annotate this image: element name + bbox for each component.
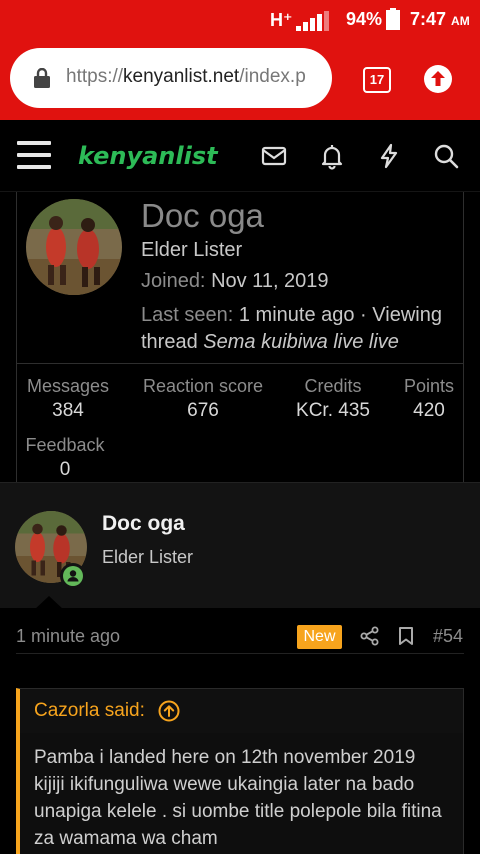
battery-percent: 94% — [346, 9, 383, 29]
post-user-block: Doc oga Elder Lister — [0, 482, 480, 608]
post-time[interactable]: 1 minute ago — [16, 626, 120, 647]
new-badge: New — [297, 625, 342, 649]
clock: 7:47 AM — [410, 9, 470, 30]
update-icon[interactable] — [424, 65, 452, 93]
stat-value: 420 — [413, 400, 445, 421]
member-card-header: Doc oga Elder Lister Joined: Nov 11, 201… — [17, 192, 463, 364]
avatar[interactable] — [26, 199, 122, 295]
avatar-photo — [26, 199, 122, 295]
mail-icon[interactable] — [260, 142, 288, 170]
menu-icon[interactable] — [17, 141, 51, 171]
stat-label: Points — [403, 376, 455, 396]
quote-text: Pamba i landed here on 12th november 201… — [34, 747, 442, 849]
joined-value: Nov 11, 2019 — [211, 270, 329, 292]
member-joined: Joined: Nov 11, 2019 — [141, 270, 329, 293]
arrow-up-icon[interactable] — [158, 700, 180, 722]
stat-value: 0 — [59, 459, 71, 480]
member-last-seen: Last seen: 1 minute ago · Viewing thread… — [141, 302, 451, 356]
quote-author[interactable]: Cazorla said: — [34, 700, 145, 722]
post-author-title: Elder Lister — [102, 547, 194, 567]
clock-time: 7:47 — [410, 9, 447, 29]
tabs-icon[interactable]: 17 — [363, 67, 391, 93]
arrow-up-glyph — [431, 71, 445, 86]
quote-block: Cazorla said: Pamba i landed here on 12t… — [16, 688, 464, 854]
stat-messages[interactable]: Messages 384 — [23, 376, 113, 422]
bookmark-icon[interactable] — [397, 626, 415, 646]
network-type: H⁺ — [270, 10, 293, 30]
last-seen-label: Last seen: — [141, 304, 234, 326]
site-logo[interactable]: kenyanlist — [78, 142, 218, 170]
joined-label: Joined: — [141, 270, 206, 292]
post-meta: 1 minute ago New #54 — [0, 610, 480, 654]
post-author-name[interactable]: Doc oga — [102, 512, 185, 536]
url-host: kenyanlist.net — [123, 66, 240, 87]
stat-reaction-score[interactable]: Reaction score 676 — [137, 376, 269, 422]
bolt-icon[interactable] — [375, 142, 403, 170]
stat-points[interactable]: Points 420 — [397, 376, 461, 422]
search-icon[interactable] — [432, 142, 460, 170]
url-text: https://kenyanlist.net/index.p — [66, 66, 306, 88]
status-bar: H⁺ 94% 7:47 AM — [0, 0, 480, 40]
browser-toolbar: https://kenyanlist.net/index.p 17 — [0, 40, 480, 120]
last-seen-thread-link[interactable]: Sema kuibiwa live live — [203, 331, 399, 353]
member-title: Elder Lister — [141, 239, 243, 261]
site-header: kenyanlist — [0, 120, 480, 192]
address-bar[interactable]: https://kenyanlist.net/index.p — [10, 48, 332, 108]
post-number[interactable]: #54 — [433, 626, 463, 647]
stat-feedback[interactable]: Feedback 0 — [23, 435, 107, 481]
stat-label: Reaction score — [142, 376, 264, 396]
battery-icon — [386, 8, 400, 30]
clock-ampm: AM — [451, 14, 470, 28]
stat-value: KCr. 435 — [296, 400, 370, 421]
stat-label: Credits — [304, 376, 362, 396]
stat-credits[interactable]: Credits KCr. 435 — [287, 376, 379, 422]
member-card: Doc oga Elder Lister Joined: Nov 11, 201… — [16, 192, 464, 494]
stat-value: 384 — [52, 400, 84, 421]
post-user-pointer — [34, 596, 64, 610]
bell-icon[interactable] — [318, 142, 346, 170]
share-icon[interactable] — [360, 626, 380, 646]
url-path: /index.p — [239, 66, 306, 87]
url-scheme: https:// — [66, 66, 124, 87]
stat-label: Messages — [26, 376, 110, 396]
stat-label: Feedback — [25, 435, 105, 455]
online-status-icon — [60, 563, 86, 589]
signal-icon — [296, 11, 329, 31]
lock-icon — [34, 68, 50, 88]
member-username[interactable]: Doc oga — [141, 197, 264, 235]
stat-value: 676 — [187, 400, 219, 421]
quote-header[interactable]: Cazorla said: — [20, 689, 463, 733]
divider — [16, 653, 464, 654]
